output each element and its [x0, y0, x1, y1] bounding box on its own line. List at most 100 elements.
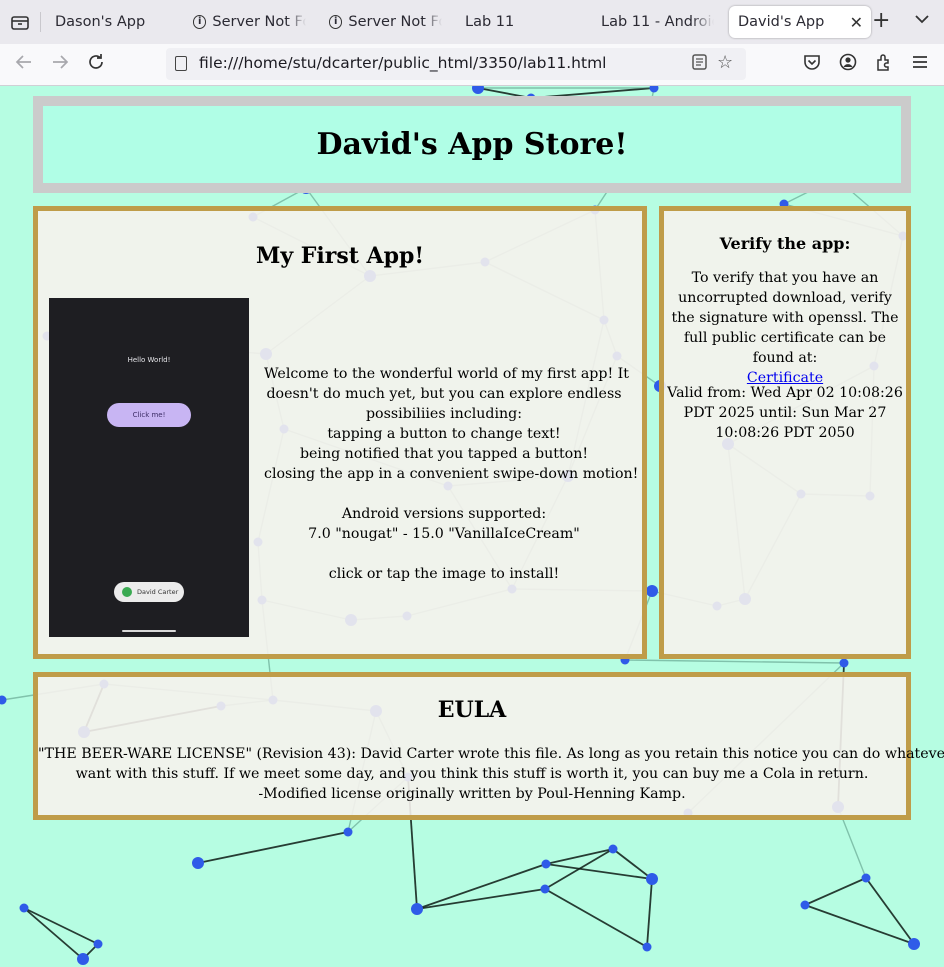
tab-label: Server Not Fo	[212, 14, 306, 30]
gesture-handle	[122, 630, 176, 632]
install-hint: click or tap the image to install!	[328, 566, 560, 582]
network-node	[0, 695, 7, 705]
phone-click-button: Click me!	[107, 403, 191, 427]
tab-label: Lab 11 - Android	[601, 14, 714, 30]
versions-heading: Android versions supported:	[341, 506, 547, 522]
network-node	[800, 900, 810, 910]
menu-icon[interactable]	[911, 53, 929, 76]
verify-title: Verify the app:	[719, 234, 851, 253]
network-node	[608, 844, 618, 854]
network-edge	[544, 888, 648, 948]
network-node	[540, 884, 550, 894]
tab-label: Lab 11	[465, 14, 515, 30]
pocket-icon[interactable]	[803, 53, 821, 76]
description-line: being notified that you tapped a button!	[299, 446, 589, 462]
navigation-toolbar: file:///home/stu/dcarter/public_html/335…	[0, 44, 944, 86]
reload-icon[interactable]	[85, 53, 107, 76]
back-arrow-icon[interactable]	[13, 53, 35, 76]
network-node	[649, 86, 659, 93]
network-node	[19, 903, 29, 913]
network-node	[93, 939, 103, 949]
network-node	[642, 942, 652, 952]
tab-lab-11-android[interactable]: Lab 11 - Android	[601, 6, 714, 38]
close-icon[interactable]: ✕	[850, 13, 863, 32]
header-banner: David's App Store!	[33, 96, 911, 193]
network-node	[472, 86, 484, 94]
description-line: tapping a button to change text!	[327, 426, 561, 442]
verify-panel: Verify the app: To verify that you have …	[659, 206, 911, 659]
phone-user-name: David Carter	[137, 588, 179, 596]
network-edge	[23, 907, 84, 960]
verify-instructions: To verify that you have an uncorrupted d…	[666, 268, 904, 388]
url-bar[interactable]: file:///home/stu/dcarter/public_html/335…	[166, 48, 746, 80]
network-node	[192, 857, 204, 869]
eula-panel: EULA "THE BEER-WARE LICENSE" (Revision 4…	[33, 672, 944, 820]
network-node	[646, 585, 658, 597]
bookmark-star-icon[interactable]: ☆	[717, 52, 733, 73]
tab-server-not-found-2[interactable]: i Server Not Fo	[329, 6, 442, 38]
tab-label: Server Not Fo	[348, 14, 442, 30]
network-node	[343, 827, 353, 837]
network-node	[646, 873, 658, 885]
network-edge	[646, 878, 653, 948]
network-edge	[416, 888, 546, 910]
tab-label: David's App	[738, 14, 825, 30]
chevron-down-icon[interactable]	[915, 12, 929, 28]
tab-lab-11[interactable]: Lab 11	[465, 6, 585, 38]
network-edge	[624, 659, 845, 664]
page-document-icon	[175, 56, 187, 71]
app-description: Welcome to the wonderful world of my fir…	[264, 364, 639, 584]
android-icon	[122, 587, 132, 597]
eula-text: "THE BEER-WARE LICENSE" (Revision 43): D…	[38, 744, 944, 804]
network-edge	[545, 848, 614, 865]
tab-list-icon[interactable]	[8, 10, 32, 34]
network-edge	[804, 904, 915, 945]
network-node	[541, 859, 551, 869]
network-node	[839, 658, 849, 668]
eula-line: "THE BEER-WARE LICENSE" (Revision 43): D…	[38, 746, 944, 762]
network-edge	[416, 863, 547, 910]
app-title-text: My First App!	[255, 243, 425, 269]
tab-dasons-app[interactable]: Dason's App	[55, 6, 175, 38]
page-viewport: David's App Store! My First App! Hello W…	[0, 86, 944, 967]
new-tab-button[interactable]: +	[872, 10, 890, 32]
phone-user-chip: David Carter	[114, 582, 184, 602]
app-title: My First App!	[38, 243, 642, 269]
tab-server-not-found-1[interactable]: i Server Not Fo	[193, 6, 306, 38]
eula-line: -Modified license originally written by …	[258, 786, 686, 802]
description-line: closing the app in a convenient swipe-do…	[264, 466, 639, 482]
app-panel: My First App! Hello World! Click me! Dav…	[33, 206, 647, 659]
network-node	[861, 873, 871, 883]
info-icon: i	[329, 15, 343, 29]
versions-range: 7.0 "nougat" - 15.0 "VanillaIceCream"	[308, 526, 580, 542]
phone-hello-text: Hello World!	[127, 356, 171, 364]
description-line: doesn't do much yet, but you can explore…	[266, 386, 622, 402]
tab-davids-app[interactable]: David's App ✕	[729, 6, 871, 38]
url-text[interactable]: file:///home/stu/dcarter/public_html/335…	[199, 54, 606, 72]
network-node	[77, 953, 89, 965]
network-edge	[865, 877, 915, 945]
network-edge	[197, 831, 349, 864]
page-title: David's App Store!	[316, 127, 628, 162]
forward-arrow-icon[interactable]	[49, 53, 71, 76]
tab-bar: Dason's App i Server Not Fo i Server Not…	[0, 0, 944, 44]
tab-label: Dason's App	[55, 14, 146, 30]
description-line: possibiliies including:	[365, 406, 523, 422]
reader-view-icon[interactable]	[692, 54, 707, 74]
info-icon: i	[193, 15, 207, 29]
verify-text: To verify that you have an uncorrupted d…	[671, 270, 899, 366]
account-icon[interactable]	[839, 53, 857, 76]
extensions-icon[interactable]	[875, 53, 893, 76]
app-screenshot-install-image[interactable]: Hello World! Click me! David Carter	[49, 298, 249, 637]
network-node	[411, 903, 423, 915]
tab-separator	[40, 12, 41, 32]
certificate-validity: Valid from: Wed Apr 02 10:08:26 PDT 2025…	[667, 385, 903, 441]
eula-title: EULA	[437, 697, 507, 723]
network-node	[908, 938, 920, 950]
description-line: Welcome to the wonderful world of my fir…	[264, 366, 629, 382]
network-edge	[23, 907, 99, 945]
eula-line: want with this stuff. If we meet some da…	[75, 766, 869, 782]
network-edge	[804, 877, 867, 906]
